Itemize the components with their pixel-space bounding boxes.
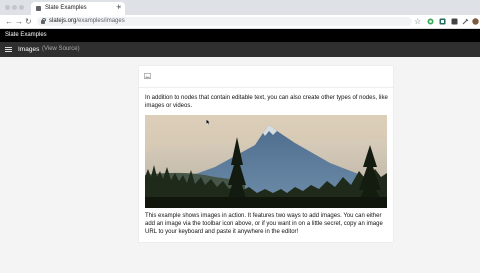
site-header: Slate Examples: [0, 29, 480, 42]
url-host: slatejs.org: [49, 18, 77, 24]
browser-toolbar: ← → ↻ slatejs.org/examples/images ☆: [0, 15, 480, 29]
favicon-icon: [36, 6, 41, 11]
editor-toolbar: [139, 66, 393, 88]
window-minimize-button[interactable]: [12, 5, 17, 10]
lock-icon: [41, 18, 46, 24]
window-close-button[interactable]: [5, 5, 10, 10]
view-source-link[interactable]: (View Source): [42, 45, 80, 54]
mountain-landscape-image: [145, 115, 387, 208]
example-nav-bar: Images (View Source): [0, 42, 480, 57]
editor-container: In addition to nodes that contain editab…: [139, 66, 393, 242]
address-url[interactable]: slatejs.org/examples/images: [49, 17, 125, 26]
site-title[interactable]: Slate Examples: [5, 31, 47, 40]
back-button[interactable]: ←: [5, 16, 13, 27]
editor-paragraph[interactable]: In addition to nodes that contain editab…: [145, 94, 388, 110]
browser-tab-active[interactable]: Slate Examples ×: [31, 2, 125, 15]
image-icon[interactable]: [144, 73, 151, 79]
forward-button[interactable]: →: [15, 16, 23, 27]
url-path: /examples/images: [76, 18, 125, 24]
eyedropper-icon[interactable]: [462, 18, 469, 25]
tab-title: Slate Examples: [45, 5, 87, 11]
extension-icon[interactable]: [451, 18, 458, 25]
menu-icon[interactable]: [5, 47, 12, 52]
reload-button[interactable]: ↻: [25, 16, 32, 27]
avatar-icon[interactable]: [472, 18, 479, 25]
address-bar[interactable]: slatejs.org/examples/images: [37, 17, 412, 26]
example-title: Images: [18, 46, 40, 53]
extension-icon[interactable]: [427, 18, 434, 25]
bookmark-star-icon[interactable]: ☆: [414, 16, 421, 27]
browser-tab-strip: Slate Examples × +: [0, 0, 480, 15]
extension-icon[interactable]: [439, 18, 446, 25]
mouse-cursor-icon: [206, 119, 211, 125]
window-zoom-button[interactable]: [19, 5, 24, 10]
new-tab-button[interactable]: +: [116, 2, 121, 13]
editor-paragraph[interactable]: This example shows images in action. It …: [145, 212, 388, 237]
editor-image[interactable]: [145, 115, 387, 208]
